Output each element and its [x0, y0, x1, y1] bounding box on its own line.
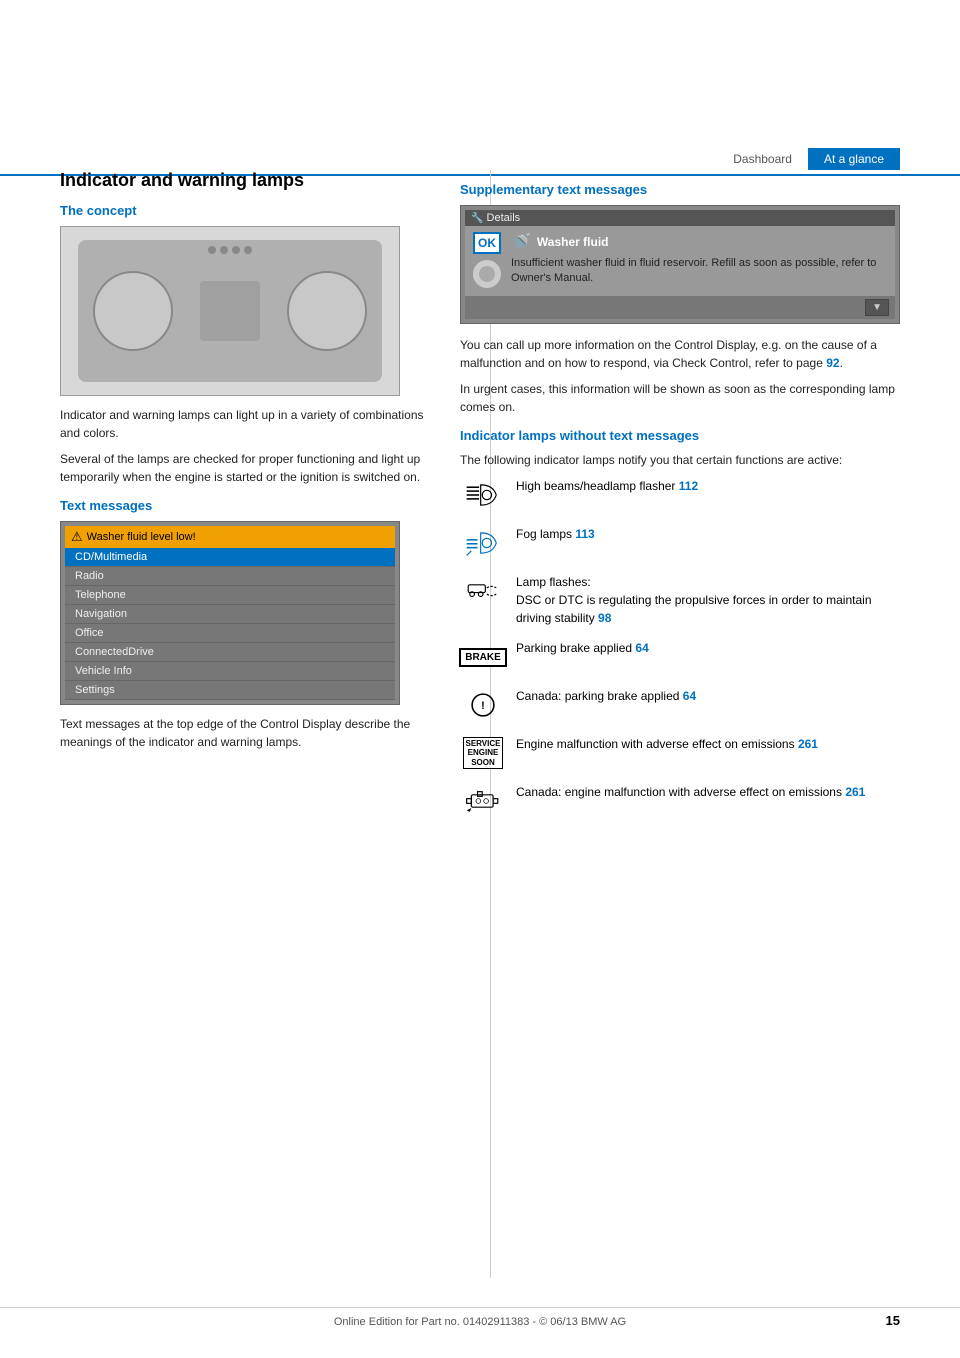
center-display-icon — [200, 281, 260, 341]
canada-engine-icon — [460, 783, 506, 819]
text-messages-subtitle: Text messages — [60, 498, 430, 513]
lamp-row-brake: BRAKE Parking brake applied 64 — [460, 639, 900, 675]
warning-triangle-icon: ⚠ — [71, 529, 83, 545]
supp-footer-btn[interactable]: ▼ — [865, 299, 889, 316]
lamp-description: Lamp flashes:DSC or DTC is regulating th… — [516, 575, 872, 625]
supp-header-row: 🚿 Washer fluid — [511, 232, 889, 252]
brake-icon: BRAKE — [460, 639, 506, 675]
lamp-text-service: Engine malfunction with adverse effect o… — [516, 735, 900, 753]
nav-at-a-glance[interactable]: At a glance — [808, 148, 900, 170]
speedometer-icon — [93, 271, 173, 351]
lamp-row-high-beam: High beams/headlamp flasher 112 — [460, 477, 900, 513]
lamp-row-dsc: Lamp flashes:DSC or DTC is regulating th… — [460, 573, 900, 627]
lamp-text-brake: Parking brake applied 64 — [516, 639, 900, 657]
dash-icon — [220, 246, 228, 254]
page-number: 15 — [886, 1313, 900, 1328]
service-badge: SERVICEENGINESOON — [463, 737, 504, 770]
warning-row: ⚠ Washer fluid level low! — [65, 526, 395, 548]
canada-brake-icon: ! — [460, 687, 506, 723]
lamp-page-ref[interactable]: 64 — [635, 641, 648, 655]
washer-fluid-body: Insufficient washer fluid in fluid reser… — [511, 256, 889, 287]
menu-vehicle-info[interactable]: Vehicle Info — [65, 662, 395, 681]
dashboard-inner — [78, 240, 382, 383]
supp-left-panel: OK — [471, 232, 503, 290]
dashboard-image — [60, 226, 400, 396]
supp-body1: You can call up more information on the … — [460, 336, 900, 372]
menu-settings[interactable]: Settings — [65, 681, 395, 700]
text-messages-body: Text messages at the top edge of the Con… — [60, 715, 430, 751]
idk-circle-icon — [471, 258, 503, 290]
lamp-description: Parking brake applied — [516, 641, 632, 655]
fog-lamp-icon — [460, 525, 506, 561]
concept-body2: Several of the lamps are checked for pro… — [60, 450, 430, 486]
supp-display: 🔧 Details OK 🚿 Washer fluid Insufficient… — [460, 205, 900, 324]
control-display: ⚠ Washer fluid level low! CD/Multimedia … — [60, 521, 400, 705]
warning-text: Washer fluid level low! — [87, 531, 196, 543]
supp-text-block: 🚿 Washer fluid Insufficient washer fluid… — [511, 232, 889, 287]
details-label: Details — [487, 212, 521, 224]
details-icon: 🔧 — [471, 213, 483, 224]
menu-radio[interactable]: Radio — [65, 567, 395, 586]
lamp-description: Engine malfunction with adverse effect o… — [516, 737, 795, 751]
brake-badge: BRAKE — [459, 648, 507, 667]
menu-navigation[interactable]: Navigation — [65, 605, 395, 624]
tachometer-icon — [287, 271, 367, 351]
svg-text:!: ! — [481, 700, 485, 712]
lamp-text-fog: Fog lamps 113 — [516, 525, 900, 543]
copyright-text: Online Edition for Part no. 01402911383 … — [334, 1316, 626, 1328]
page-footer: Online Edition for Part no. 01402911383 … — [0, 1307, 960, 1328]
page-ref-92[interactable]: 92 — [826, 356, 839, 370]
high-beam-icon — [460, 477, 506, 513]
lamp-row-canada-engine: Canada: engine malfunction with adverse … — [460, 783, 900, 819]
nav-dashboard[interactable]: Dashboard — [717, 148, 808, 170]
concept-subtitle: The concept — [60, 203, 430, 218]
supp-body1-text: You can call up more information on the … — [460, 338, 877, 370]
menu-office[interactable]: Office — [65, 624, 395, 643]
lamp-text-canada-brake: Canada: parking brake applied 64 — [516, 687, 900, 705]
lamp-page-ref[interactable]: 98 — [598, 611, 611, 625]
lamp-text-canada-engine: Canada: engine malfunction with adverse … — [516, 783, 900, 801]
service-engine-icon: SERVICEENGINESOON — [460, 735, 506, 771]
lamp-page-ref[interactable]: 64 — [683, 689, 696, 703]
lamp-description: High beams/headlamp flasher — [516, 479, 675, 493]
lamp-description: Canada: engine malfunction with adverse … — [516, 785, 842, 799]
ok-badge: OK — [473, 232, 501, 254]
indicator-subtitle: Indicator lamps without text messages — [460, 428, 900, 443]
right-column: Supplementary text messages 🔧 Details OK… — [460, 170, 900, 1298]
supp-display-body: OK 🚿 Washer fluid Insufficient washer fl… — [465, 226, 895, 296]
supp-display-footer: ▼ — [465, 296, 895, 319]
dash-icon — [244, 246, 252, 254]
lamp-row-canada-brake: ! Canada: parking brake applied 64 — [460, 687, 900, 723]
menu-cd-multimedia[interactable]: CD/Multimedia — [65, 548, 395, 567]
main-content: Indicator and warning lamps The concept … — [60, 170, 900, 1298]
lamp-page-ref[interactable]: 261 — [798, 737, 818, 751]
lamp-text-high-beam: High beams/headlamp flasher 112 — [516, 477, 900, 495]
dash-icon — [232, 246, 240, 254]
left-column: Indicator and warning lamps The concept … — [60, 170, 430, 1298]
dsc-icon — [460, 573, 506, 609]
inner-circle — [479, 266, 495, 282]
washer-fluid-icon: 🚿 — [511, 232, 531, 252]
lamp-page-ref[interactable]: 113 — [575, 527, 594, 541]
lamp-description: Canada: parking brake applied — [516, 689, 679, 703]
concept-body1: Indicator and warning lamps can light up… — [60, 406, 430, 442]
supp-body2: In urgent cases, this information will b… — [460, 380, 900, 416]
lamp-row-service: SERVICEENGINESOON Engine malfunction wit… — [460, 735, 900, 771]
dash-icons-row — [208, 246, 252, 254]
menu-telephone[interactable]: Telephone — [65, 586, 395, 605]
supp-display-title: 🔧 Details — [465, 210, 895, 226]
menu-connected-drive[interactable]: ConnectedDrive — [65, 643, 395, 662]
dash-icon — [208, 246, 216, 254]
lamp-page-ref[interactable]: 112 — [679, 479, 698, 493]
lamp-page-ref[interactable]: 261 — [845, 785, 865, 799]
supp-subtitle: Supplementary text messages — [460, 182, 900, 197]
lamp-description: Fog lamps — [516, 527, 572, 541]
lamp-text-dsc: Lamp flashes:DSC or DTC is regulating th… — [516, 573, 900, 627]
indicator-intro: The following indicator lamps notify you… — [460, 451, 900, 469]
page-title: Indicator and warning lamps — [60, 170, 430, 191]
lamp-row-fog: Fog lamps 113 — [460, 525, 900, 561]
washer-fluid-title: Washer fluid — [537, 235, 609, 249]
